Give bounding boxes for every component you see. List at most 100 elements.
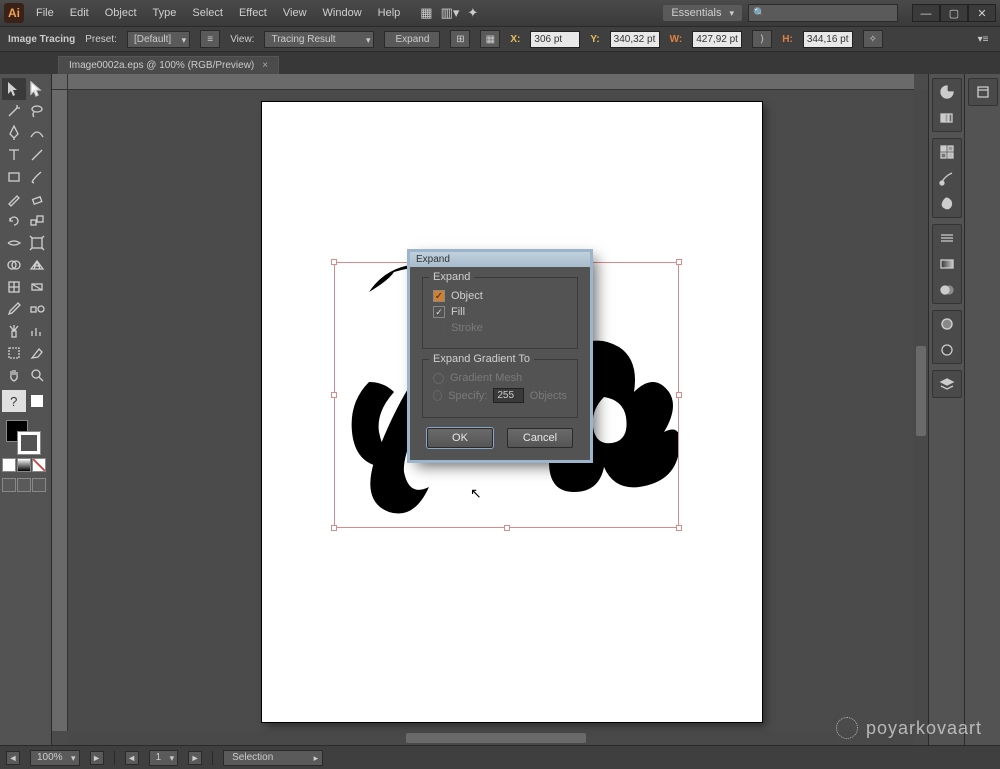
menu-object[interactable]: Object [99, 5, 143, 21]
artboard-number[interactable]: 1 [149, 750, 179, 766]
magic-wand-tool[interactable] [2, 100, 26, 122]
perspective-grid-tool[interactable] [26, 254, 50, 276]
stroke-swatch[interactable] [18, 432, 40, 454]
selection-tool[interactable] [2, 78, 26, 100]
ruler-horizontal[interactable] [68, 74, 914, 90]
scrollbar-v-thumb[interactable] [916, 346, 926, 436]
pen-tool[interactable] [2, 122, 26, 144]
zoom-out-arrow[interactable]: ◄ [6, 751, 20, 765]
maximize-button[interactable]: ▢ [940, 4, 968, 22]
search-field[interactable]: 🔍 [748, 4, 898, 22]
ob-transform-ref-icon[interactable]: ⊞ [450, 30, 470, 48]
panel-brushes-icon[interactable] [933, 165, 961, 191]
workspace-switcher[interactable]: Essentials [663, 5, 742, 21]
tab-close-icon[interactable]: × [262, 60, 268, 71]
dialog-title-bar[interactable]: Expand [410, 252, 590, 267]
rectangle-tool[interactable] [2, 166, 26, 188]
cancel-button[interactable]: Cancel [507, 428, 573, 448]
document-tab[interactable]: Image0002a.eps @ 100% (RGB/Preview) × [58, 56, 279, 74]
ob-flyout-menu[interactable]: ▾≡ [974, 34, 992, 45]
menu-view[interactable]: View [277, 5, 313, 21]
ob-expand-button[interactable]: Expand [384, 31, 440, 48]
bbox-handle-mr[interactable] [676, 392, 682, 398]
ruler-vertical[interactable] [52, 90, 68, 731]
arrange-docs-icon[interactable]: ▥▾ [441, 5, 460, 21]
curvature-tool[interactable] [26, 122, 50, 144]
bridge-icon[interactable]: ▦ [420, 5, 432, 21]
width-tool[interactable] [2, 232, 26, 254]
panel-stroke-icon[interactable] [933, 225, 961, 251]
panel-gradient-icon[interactable] [933, 251, 961, 277]
checkbox-fill-row[interactable]: Fill [433, 306, 567, 318]
ok-button[interactable]: OK [427, 428, 493, 448]
gradient-tool[interactable] [26, 276, 50, 298]
scrollbar-horizontal[interactable] [68, 731, 914, 745]
direct-selection-tool[interactable] [26, 78, 50, 100]
eraser-tool[interactable] [26, 188, 50, 210]
zoom-in-arrow[interactable]: ► [90, 751, 104, 765]
ob-preset-select[interactable]: [Default] [127, 31, 190, 48]
color-mode-solid[interactable] [2, 458, 16, 472]
bbox-handle-bc[interactable] [504, 525, 510, 531]
eyedropper-tool[interactable] [2, 298, 26, 320]
bbox-handle-bl[interactable] [331, 525, 337, 531]
draw-behind-icon[interactable] [17, 478, 31, 492]
ob-align-ref-icon[interactable]: ▦ [480, 30, 500, 48]
draw-inside-icon[interactable] [32, 478, 46, 492]
minimize-button[interactable]: — [912, 4, 940, 22]
scrollbar-h-thumb[interactable] [406, 733, 586, 743]
ob-link-icon[interactable]: ⟩ [752, 30, 772, 48]
blend-tool[interactable] [26, 298, 50, 320]
ob-y-field[interactable]: 340,32 pt [610, 31, 660, 48]
lasso-tool[interactable] [26, 100, 50, 122]
scrollbar-vertical[interactable] [914, 90, 928, 731]
panel-appearance-icon[interactable] [933, 311, 961, 337]
menu-select[interactable]: Select [186, 5, 229, 21]
panel-color-icon[interactable] [933, 79, 961, 105]
menu-file[interactable]: File [30, 5, 60, 21]
paintbrush-tool[interactable] [26, 166, 50, 188]
ob-options-icon[interactable]: ≡ [200, 30, 220, 48]
pencil-tool[interactable] [2, 188, 26, 210]
panel-libraries-icon[interactable] [969, 79, 997, 105]
shape-builder-tool[interactable] [2, 254, 26, 276]
panel-layers-icon[interactable] [933, 371, 961, 397]
slice-tool[interactable] [26, 342, 50, 364]
panel-graphic-styles-icon[interactable] [933, 337, 961, 363]
panel-symbols-icon[interactable] [933, 191, 961, 217]
checkbox-fill[interactable] [433, 306, 445, 318]
ob-w-field[interactable]: 427,92 pt [692, 31, 742, 48]
bbox-handle-ml[interactable] [331, 392, 337, 398]
bbox-handle-tl[interactable] [331, 259, 337, 265]
close-button[interactable]: ✕ [968, 4, 996, 22]
unknown-tool[interactable]: ? [2, 390, 26, 412]
artboard-prev[interactable]: ◄ [125, 751, 139, 765]
ob-view-select[interactable]: Tracing Result [264, 31, 374, 48]
menu-edit[interactable]: Edit [64, 5, 95, 21]
artboard-next[interactable]: ► [188, 751, 202, 765]
bbox-handle-br[interactable] [676, 525, 682, 531]
column-graph-tool[interactable] [26, 320, 50, 342]
color-mode-gradient[interactable] [17, 458, 31, 472]
ob-x-field[interactable]: 306 pt [530, 31, 580, 48]
panel-color-guide-icon[interactable] [933, 105, 961, 131]
rotate-tool[interactable] [2, 210, 26, 232]
mesh-tool[interactable] [2, 276, 26, 298]
ob-h-field[interactable]: 344,16 pt [803, 31, 853, 48]
scale-tool[interactable] [26, 210, 50, 232]
hand-tool[interactable] [2, 364, 26, 386]
artboard-tool[interactable] [2, 342, 26, 364]
swap-fill-stroke-icon[interactable] [26, 390, 50, 412]
type-tool[interactable] [2, 144, 26, 166]
panel-transparency-icon[interactable] [933, 277, 961, 303]
checkbox-object[interactable]: ✓ [433, 290, 445, 302]
zoom-tool[interactable] [26, 364, 50, 386]
menu-window[interactable]: Window [317, 5, 368, 21]
fill-stroke-swatches[interactable] [2, 418, 49, 456]
color-mode-none[interactable] [32, 458, 46, 472]
bbox-handle-tr[interactable] [676, 259, 682, 265]
menu-effect[interactable]: Effect [233, 5, 273, 21]
ob-shape-icon[interactable]: ✧ [863, 30, 883, 48]
status-tool-label[interactable]: Selection [223, 750, 323, 766]
menu-type[interactable]: Type [147, 5, 183, 21]
